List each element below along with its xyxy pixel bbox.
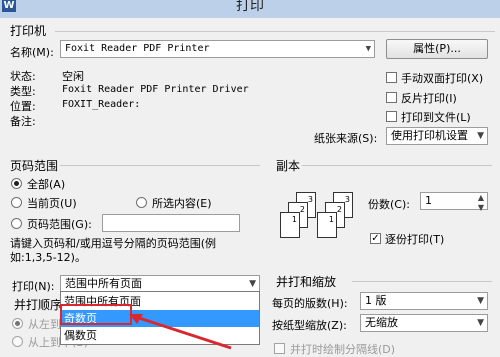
- status-value: 空闲: [62, 70, 84, 83]
- page-range-hint: 请键入页码和/或用逗号分隔的页码范围(例如:1,3,5-12)。: [10, 237, 216, 264]
- where-label: 位置:: [10, 100, 36, 113]
- manual-duplex-label: 手动双面打印(X): [401, 72, 484, 85]
- paper-source-select[interactable]: 使用打印机设置 ▼: [386, 127, 488, 145]
- highlight-box: [60, 304, 132, 325]
- copy-page-icon: 1: [280, 212, 300, 238]
- copies-divider: [302, 165, 492, 166]
- annotation-arrow-icon: [129, 314, 232, 350]
- selection-radio[interactable]: [136, 197, 147, 208]
- printer-section-title: 打印机: [10, 24, 47, 38]
- current-page-label: 当前页(U): [27, 197, 77, 210]
- page-range-radio[interactable]: [11, 218, 22, 229]
- chevron-down-icon: ▼: [249, 279, 256, 289]
- copies-count-value: 1: [425, 194, 432, 207]
- page-range-divider: [60, 165, 260, 166]
- spin-down-icon[interactable]: ▼: [478, 200, 484, 216]
- selection-label: 所选内容(E): [152, 197, 212, 210]
- where-value: FOXIT_Reader:: [62, 99, 141, 110]
- window-title: 打印: [236, 0, 264, 14]
- scale-to-paper-select[interactable]: 无缩放 ▼: [360, 314, 488, 332]
- chevron-down-icon: ▼: [365, 44, 371, 54]
- print-subset-value: 范围中所有页面: [65, 277, 142, 290]
- order-left-right-radio[interactable]: [12, 318, 23, 329]
- page-range-section-title: 页码范围: [10, 159, 59, 173]
- chevron-down-icon: ▼: [477, 296, 484, 306]
- type-value: Foxit Reader PDF Printer Driver: [62, 84, 249, 95]
- printer-name-select[interactable]: Foxit Reader PDF Printer ▼: [60, 40, 375, 58]
- zoom-section-title: 并打和缩放: [276, 275, 337, 289]
- copies-count-input[interactable]: 1 ▲ ▼: [420, 192, 488, 212]
- printer-section-divider: [55, 31, 495, 32]
- properties-button[interactable]: 属性(P)...: [386, 39, 488, 59]
- type-label: 类型:: [10, 85, 36, 98]
- chevron-down-icon: ▼: [477, 318, 484, 328]
- pages-per-sheet-label: 每页的版数(H):: [272, 297, 348, 310]
- page-range-input[interactable]: [102, 214, 240, 232]
- paper-source-value: 使用打印机设置: [391, 129, 468, 142]
- chevron-down-icon: ▼: [477, 131, 484, 141]
- draw-borders-label: 并打时绘制分隔线(D): [290, 343, 396, 356]
- paper-source-label: 纸张来源(S):: [314, 132, 378, 145]
- zoom-divider: [352, 281, 492, 282]
- print-to-file-label: 打印到文件(L): [401, 111, 471, 124]
- reverse-print-label: 反片打印(I): [401, 92, 457, 105]
- page-range-label: 页码范围(G):: [27, 218, 92, 231]
- all-pages-label: 全部(A): [27, 178, 66, 191]
- printer-name-label: 名称(M):: [10, 46, 54, 59]
- status-label: 状态:: [10, 70, 36, 83]
- print-to-file-checkbox[interactable]: [386, 111, 397, 122]
- print-order-section-title: 并打顺序: [14, 298, 63, 312]
- copies-section-title: 副本: [276, 159, 301, 173]
- print-subset-label: 打印(N):: [12, 280, 55, 293]
- copy-page-icon: 1: [317, 212, 337, 238]
- scale-to-paper-value: 无缩放: [365, 316, 398, 329]
- scale-to-paper-label: 按纸型缩放(Z):: [272, 319, 347, 332]
- copies-count-label: 份数(C):: [368, 198, 410, 211]
- comment-label: 备注:: [10, 115, 36, 128]
- pages-per-sheet-select[interactable]: 1 版 ▼: [360, 292, 488, 310]
- collate-label: 逐份打印(T): [385, 233, 445, 246]
- manual-duplex-checkbox[interactable]: [386, 72, 397, 83]
- all-pages-radio[interactable]: [11, 178, 22, 189]
- reverse-print-checkbox[interactable]: [386, 92, 397, 103]
- draw-borders-checkbox[interactable]: [274, 343, 285, 354]
- pages-per-sheet-value: 1 版: [365, 294, 387, 307]
- current-page-radio[interactable]: [11, 197, 22, 208]
- collate-checkbox[interactable]: ✓: [370, 233, 381, 244]
- order-top-bottom-radio[interactable]: [12, 336, 23, 347]
- printer-name-value: Foxit Reader PDF Printer: [65, 43, 210, 54]
